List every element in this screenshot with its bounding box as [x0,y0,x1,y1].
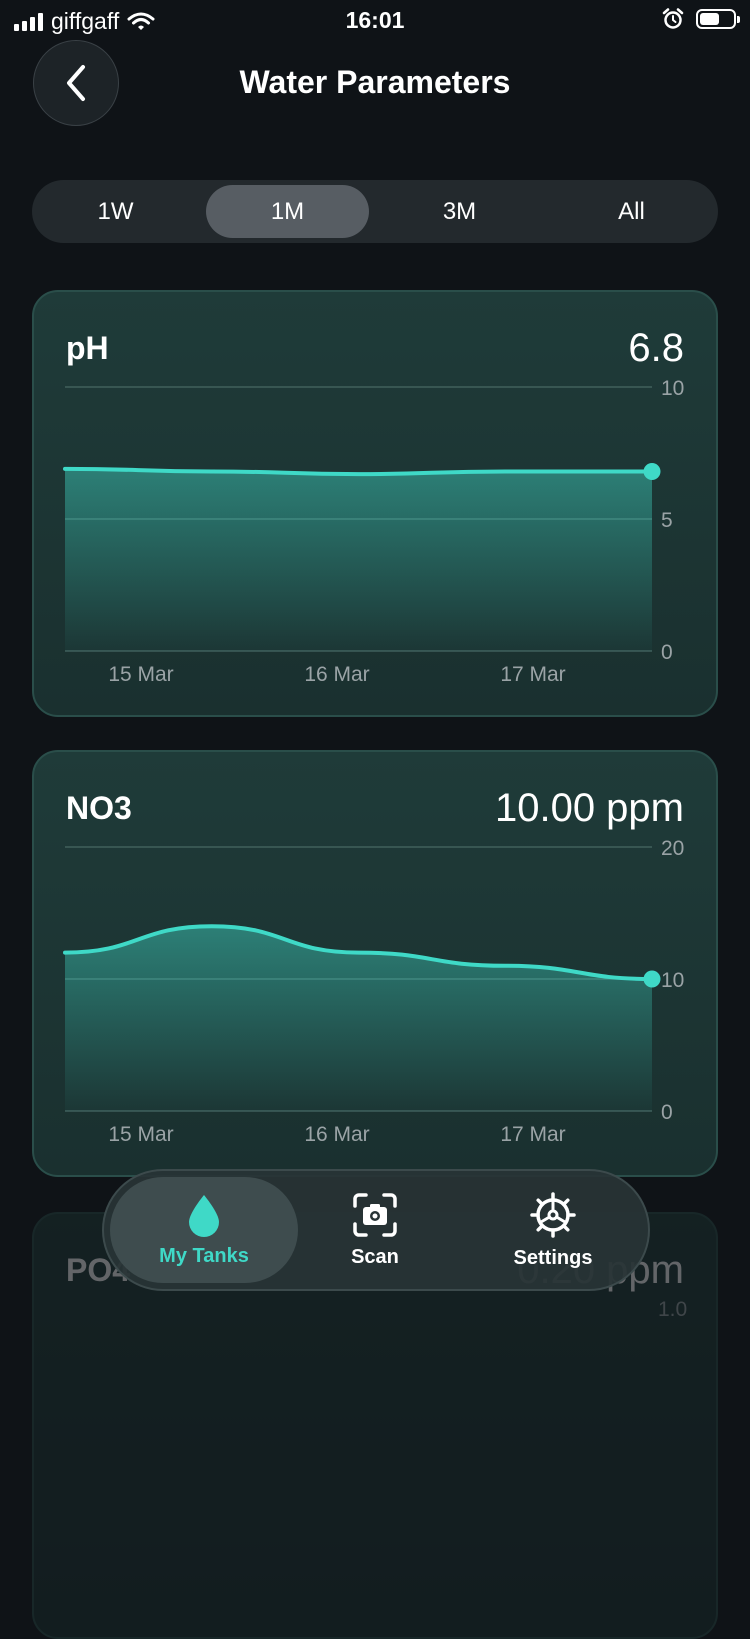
tab-settings[interactable]: Settings [478,1177,628,1283]
y-tick-label: 20 [661,837,684,860]
x-tick-label: 17 Mar [500,1123,565,1146]
x-tick-label: 16 Mar [304,663,369,686]
x-tick-label: 15 Mar [108,663,173,686]
alarm-icon [662,8,684,29]
y-tick-label: 10 [661,969,684,992]
range-tab-1w[interactable]: 1W [34,185,197,238]
tab-bar: My Tanks Scan Settings [102,1169,650,1291]
y-tick-label: 0 [661,1101,673,1124]
tab-label: Scan [351,1245,399,1268]
range-tab-all[interactable]: All [550,185,713,238]
last-point-marker [643,970,661,988]
y-tick-label: 0 [661,641,673,664]
page-title: Water Parameters [239,64,511,100]
time-range-selector: 1W 1M 3M All [32,180,718,243]
x-tick-label: 17 Mar [500,663,565,686]
tab-label: Settings [513,1246,593,1269]
series-area [65,468,652,651]
y-tick-label: 5 [661,509,673,532]
tab-scan[interactable]: Scan [310,1177,440,1283]
ph-chart: 10 5 0 15 Mar 16 Mar 17 Mar [63,377,684,686]
ph-card[interactable]: pH 6.8 10 5 0 15 Mar 16 Mar 17 Mar [32,290,718,717]
range-tab-3m[interactable]: 3M [378,185,541,238]
no3-chart: 20 10 0 15 Mar 16 Mar 17 Mar [63,837,684,1146]
y-tick-label: 10 [661,377,684,400]
status-bar: giffgaff 16:01 [0,0,750,40]
y-tick-label: 1.0 [658,1298,688,1321]
status-right [662,8,740,30]
tab-label: My Tanks [159,1244,249,1267]
range-tab-1m[interactable]: 1M [206,185,369,238]
x-tick-label: 15 Mar [108,1123,173,1146]
status-time: 16:01 [345,7,405,33]
battery-icon [696,9,740,29]
water-drop-icon [189,1194,219,1237]
no3-card[interactable]: NO3 10.00 ppm 20 10 0 15 Mar 16 Mar 17 Mar [32,750,718,1177]
tab-my-tanks[interactable]: My Tanks [110,1177,298,1283]
gear-icon [530,1191,576,1238]
last-point-marker [643,462,661,480]
camera-scan-icon [353,1192,397,1237]
x-tick-label: 16 Mar [304,1123,369,1146]
